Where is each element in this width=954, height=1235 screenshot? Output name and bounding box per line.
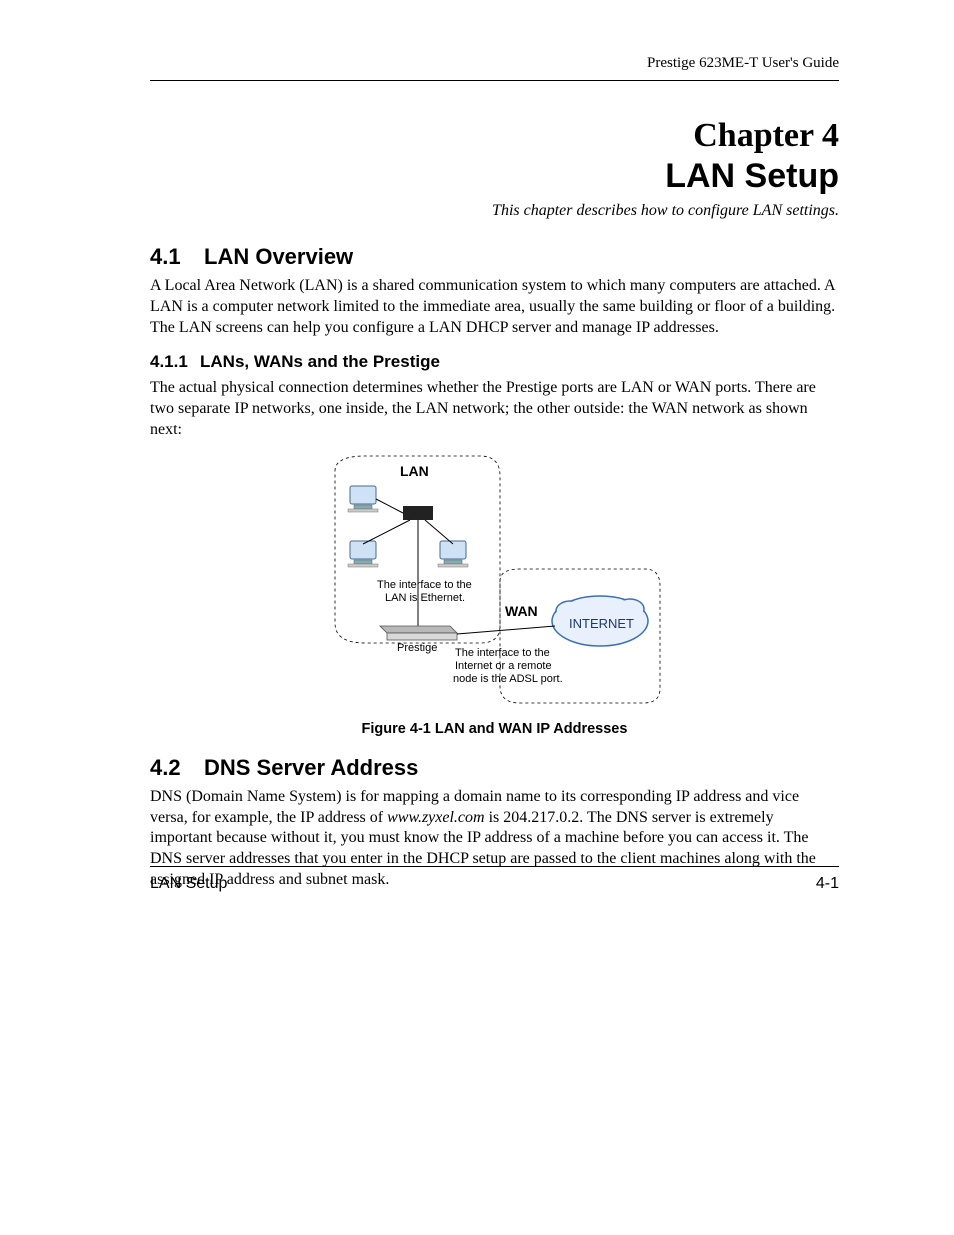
computer-icon (348, 486, 378, 512)
wan-note-line3: node is the ADSL port. (453, 673, 563, 685)
subsection-title: LANs, WANs and the Prestige (200, 352, 440, 371)
section-4-1-1-heading: 4.1.1LANs, WANs and the Prestige (150, 352, 839, 372)
section-4-1-1-para: The actual physical connection determine… (150, 378, 839, 440)
header-doc-title: Prestige 623ME-T User's Guide (150, 55, 839, 72)
computer-icon (438, 541, 468, 567)
lan-note-line2: LAN is Ethernet. (385, 592, 465, 604)
prestige-label: Prestige (397, 642, 437, 654)
lan-note-line1: The interface to the (377, 579, 472, 591)
wan-note-line2: Internet or a remote (455, 660, 552, 672)
section-title: DNS Server Address (204, 755, 418, 780)
page-content: Prestige 623ME-T User's Guide Chapter 4 … (0, 0, 954, 952)
subsection-number: 4.1.1 (150, 352, 200, 372)
chapter-number: Chapter 4 (150, 117, 839, 155)
section-title: LAN Overview (204, 244, 353, 269)
footer-section-name: LAN Setup (150, 875, 227, 893)
lan-label: LAN (400, 463, 429, 479)
section-4-1-para: A Local Area Network (LAN) is a shared c… (150, 276, 839, 338)
chapter-title: LAN Setup (150, 157, 839, 196)
page-footer: LAN Setup 4-1 (150, 866, 839, 893)
wan-note-line1: The interface to the (455, 647, 550, 659)
lan-wan-diagram-icon: LAN WAN INTERNET (325, 451, 665, 711)
internet-label: INTERNET (569, 616, 634, 631)
switch-icon (403, 506, 433, 520)
wan-label: WAN (505, 603, 538, 619)
domain-italic: www.zyxel.com (387, 809, 484, 826)
section-number: 4.1 (150, 244, 204, 270)
figure-4-1: LAN WAN INTERNET (150, 451, 839, 737)
computer-icon (348, 541, 378, 567)
chapter-heading: Chapter 4 LAN Setup (150, 117, 839, 196)
section-number: 4.2 (150, 755, 204, 781)
section-4-2-heading: 4.2DNS Server Address (150, 755, 839, 781)
footer-rule (150, 866, 839, 867)
section-4-1-heading: 4.1LAN Overview (150, 244, 839, 270)
footer-page-number: 4-1 (816, 875, 839, 893)
router-icon (380, 626, 457, 640)
chapter-description: This chapter describes how to configure … (150, 202, 839, 220)
figure-caption: Figure 4-1 LAN and WAN IP Addresses (150, 721, 839, 737)
header-rule (150, 80, 839, 81)
